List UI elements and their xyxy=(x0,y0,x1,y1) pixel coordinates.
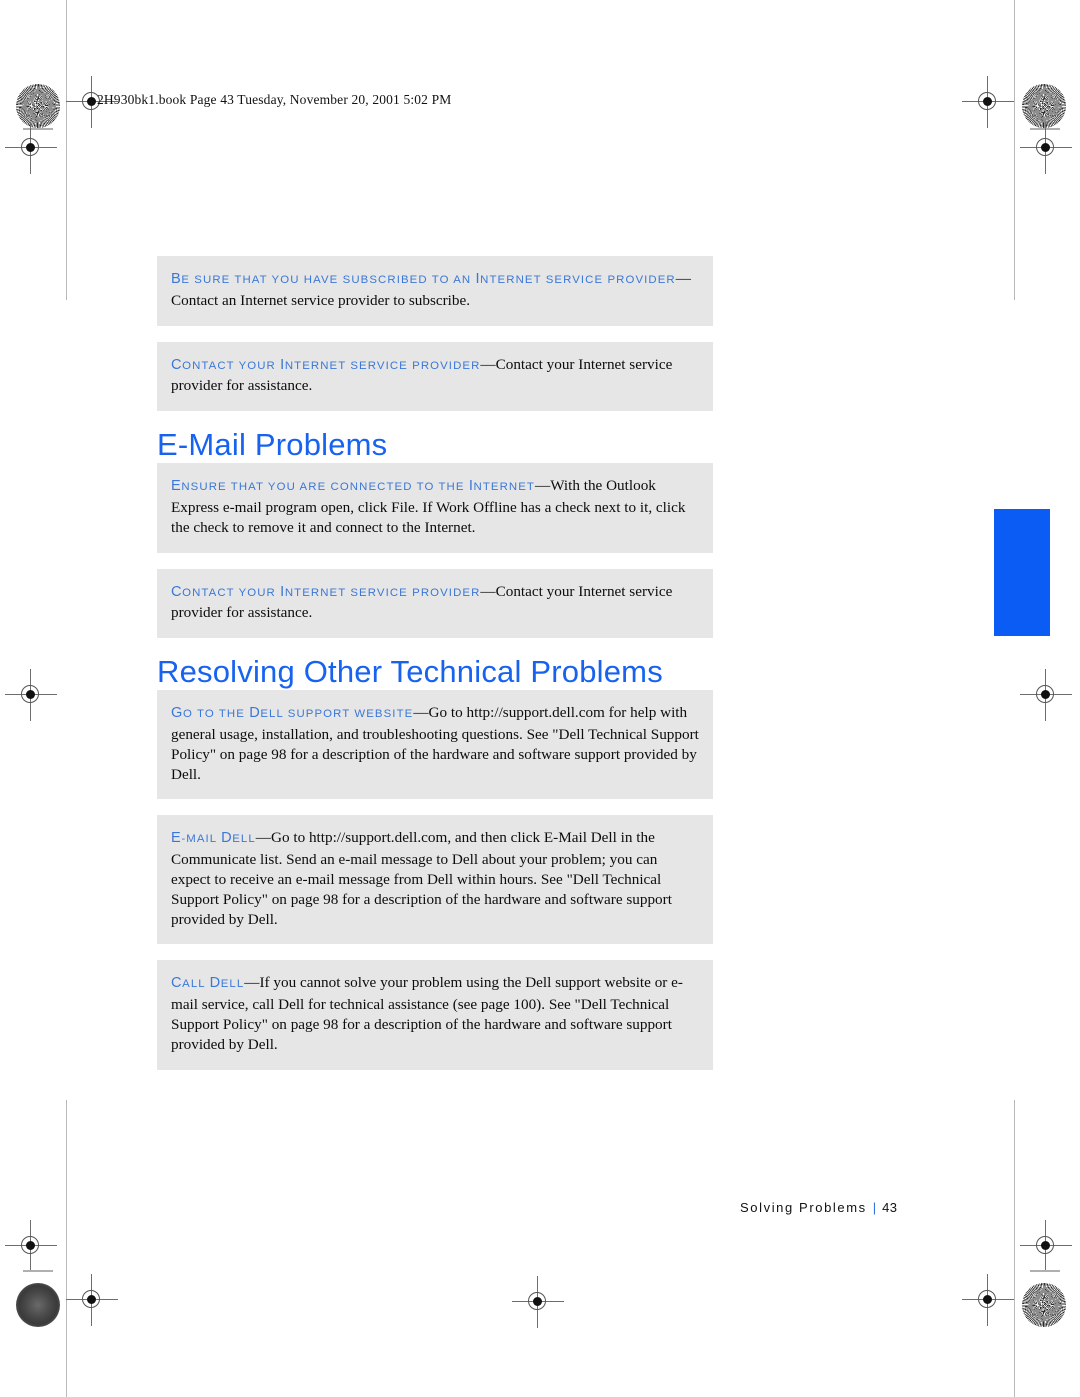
registration-mark-left-lower xyxy=(5,1220,57,1272)
tip-leadin: ENSURE THAT YOU ARE CONNECTED TO THE INT… xyxy=(171,478,535,495)
tip-leadin-rest2: NTERNET xyxy=(473,481,535,494)
tip-emdash: — xyxy=(535,477,551,495)
tip-leadin-rest2: ELL xyxy=(232,833,256,846)
tip-leadin: BE SURE THAT YOU HAVE SUBSCRIBED TO AN I… xyxy=(171,271,676,287)
tip-leadin-rest: NSURE THAT YOU ARE CONNECTED TO THE xyxy=(181,481,469,494)
rosette-mark-bottom-right xyxy=(1022,1283,1066,1327)
tip-paragraph: BE SURE THAT YOU HAVE SUBSCRIBED TO AN I… xyxy=(171,269,699,311)
page-footer: Solving Problems | 43 xyxy=(740,1200,897,1215)
tip-emdash: — xyxy=(413,704,429,722)
tip-leadin-cap2: D xyxy=(221,830,233,847)
tip-leadin-rest2: NTERNET SERVICE PROVIDER xyxy=(284,359,481,372)
tip-leadin-rest2: NTERNET SERVICE PROVIDER xyxy=(480,274,676,286)
page-content: BE SURE THAT YOU HAVE SUBSCRIBED TO AN I… xyxy=(157,256,713,1086)
tip-leadin-cap: C xyxy=(171,356,183,373)
tip-leadin-rest: ALL xyxy=(182,978,210,991)
tip-leadin-rest: ONTACT YOUR xyxy=(182,586,281,599)
dash-mark-bottom-left xyxy=(23,1270,53,1272)
tip-leadin: CONTACT YOUR INTERNET SERVICE PROVIDER xyxy=(171,356,481,373)
tip-body: Contact an Internet service provider to … xyxy=(171,291,471,309)
registration-mark-bottom-right xyxy=(962,1274,1014,1326)
tip-leadin-rest2: ELL SUPPORT WEBSITE xyxy=(260,708,414,721)
tip-box: GO TO THE DELL SUPPORT WEBSITE—Go to htt… xyxy=(157,690,713,800)
tip-leadin-rest: E SURE THAT YOU HAVE SUBSCRIBED TO AN xyxy=(181,274,476,286)
registration-mark-left-middle xyxy=(5,669,57,721)
tip-leadin-cap: G xyxy=(171,705,183,722)
tip-leadin-cap: C xyxy=(171,975,183,992)
rosette-mark-top-right xyxy=(1022,84,1066,128)
tip-emdash: — xyxy=(244,974,260,992)
footer-separator: | xyxy=(872,1200,877,1215)
tip-paragraph: CALL DELL—If you cannot solve your probl… xyxy=(171,973,699,1054)
trim-line-right-bottom xyxy=(1014,1100,1015,1397)
tip-box: ENSURE THAT YOU ARE CONNECTED TO THE INT… xyxy=(157,463,713,553)
density-patch-bottom-left xyxy=(16,1283,60,1327)
tip-leadin: CALL DELL xyxy=(171,975,245,992)
tip-leadin-cap: C xyxy=(171,583,183,600)
tip-leadin-cap2: D xyxy=(249,705,261,722)
tip-paragraph: ENSURE THAT YOU ARE CONNECTED TO THE INT… xyxy=(171,476,699,537)
tip-leadin-cap: B xyxy=(171,271,182,287)
tip-leadin-cap2: D xyxy=(209,975,221,992)
tip-leadin-rest: ONTACT YOUR xyxy=(182,359,281,372)
tip-paragraph: GO TO THE DELL SUPPORT WEBSITE—Go to htt… xyxy=(171,703,699,784)
tip-leadin: E-MAIL DELL xyxy=(171,830,256,847)
tip-emdash: — xyxy=(675,270,691,287)
registration-mark-bottom-left xyxy=(66,1274,118,1326)
tip-box: BE SURE THAT YOU HAVE SUBSCRIBED TO AN I… xyxy=(157,256,713,326)
tip-leadin-rest: -MAIL xyxy=(181,833,222,846)
tip-emdash: — xyxy=(255,829,271,847)
tip-box: CONTACT YOUR INTERNET SERVICE PROVIDER— C… xyxy=(157,568,713,639)
dash-mark-top-left xyxy=(23,128,53,130)
registration-mark-right-upper xyxy=(1020,122,1072,174)
trim-line-right-top xyxy=(1014,0,1015,300)
registration-mark-right-lower xyxy=(1020,1220,1072,1272)
imposition-header-text: 2H930bk1.book Page 43 Tuesday, November … xyxy=(97,92,452,107)
registration-mark-left-upper xyxy=(5,122,57,174)
footer-page-number: 43 xyxy=(882,1200,898,1215)
tip-leadin-rest2: NTERNET SERVICE PROVIDER xyxy=(284,586,481,599)
footer-section-title: Solving Problems xyxy=(740,1200,867,1215)
tip-box: CALL DELL—If you cannot solve your probl… xyxy=(157,960,713,1070)
registration-mark-bottom-center xyxy=(512,1276,564,1328)
section-heading-resolving-other-technical-problems: Resolving Other Technical Problems xyxy=(157,654,663,690)
tip-paragraph: CONTACT YOUR INTERNET SERVICE PROVIDER— C… xyxy=(171,355,699,397)
tip-emdash: — xyxy=(480,582,496,600)
tip-leadin-cap: E xyxy=(171,478,182,495)
tip-emdash: — xyxy=(480,355,496,373)
trim-line-left-top xyxy=(66,0,67,300)
chapter-side-tab xyxy=(994,509,1050,636)
tip-leadin-cap: E xyxy=(171,830,182,847)
rosette-mark-top-left xyxy=(16,84,60,128)
dash-mark-bottom-right xyxy=(1030,1270,1060,1272)
registration-mark-right-middle xyxy=(1020,669,1072,721)
tip-box: CONTACT YOUR INTERNET SERVICE PROVIDER— C… xyxy=(157,341,713,412)
tip-leadin-rest2: ELL xyxy=(220,978,245,991)
tip-leadin: GO TO THE DELL SUPPORT WEBSITE xyxy=(171,705,414,722)
tip-leadin: CONTACT YOUR INTERNET SERVICE PROVIDER xyxy=(171,583,481,600)
tip-paragraph: CONTACT YOUR INTERNET SERVICE PROVIDER— C… xyxy=(171,582,699,624)
section-heading-email-problems: E-Mail Problems xyxy=(157,427,388,463)
trim-line-left-bottom xyxy=(66,1100,67,1397)
registration-mark-top-right xyxy=(962,76,1014,128)
tip-leadin-rest: O TO THE xyxy=(182,708,250,721)
tip-box: E-MAIL DELL—Go to http://support.dell.co… xyxy=(157,815,713,945)
tip-paragraph: E-MAIL DELL—Go to http://support.dell.co… xyxy=(171,828,699,929)
